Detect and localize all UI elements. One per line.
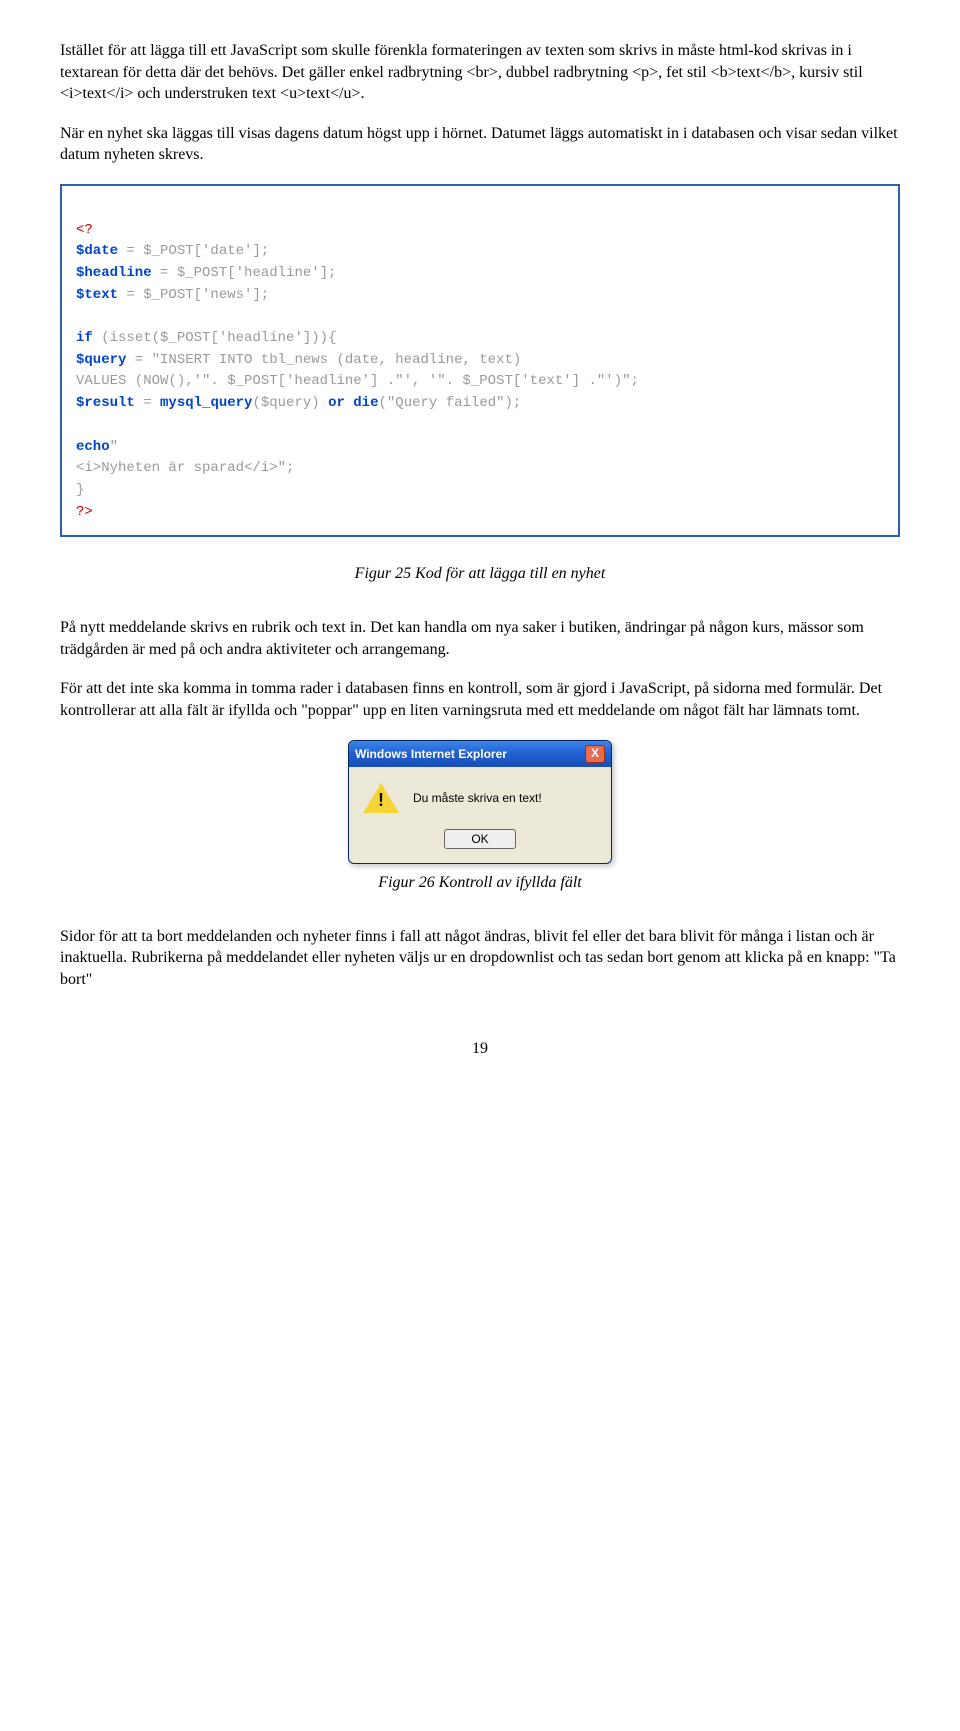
- ok-button[interactable]: OK: [444, 829, 515, 849]
- code-var: $date: [76, 243, 118, 259]
- paragraph-5: Sidor för att ta bort meddelanden och ny…: [60, 926, 900, 991]
- code-text: ($query): [252, 395, 328, 411]
- php-open-tag: <?: [76, 222, 93, 238]
- code-text: = $_POST['headline'];: [152, 265, 337, 281]
- code-text: ("Query failed");: [379, 395, 522, 411]
- paragraph-2: När en nyhet ska läggas till visas dagen…: [60, 123, 900, 166]
- code-text: $_POST['headline']: [160, 330, 311, 346]
- figure-caption-25: Figur 25 Kod för att lägga till en nyhet: [60, 565, 900, 583]
- code-text: =: [135, 395, 160, 411]
- code-var: $result: [76, 395, 135, 411]
- code-text: ": [110, 439, 118, 455]
- dialog-wrapper: Windows Internet Explorer X Du måste skr…: [60, 740, 900, 864]
- code-figure-25: <? $date = $_POST['date']; $headline = $…: [60, 184, 900, 537]
- dialog-message: Du måste skriva en text!: [413, 791, 542, 805]
- php-close-tag: ?>: [76, 504, 93, 520]
- dialog-title: Windows Internet Explorer: [355, 747, 507, 761]
- code-text: = "INSERT INTO tbl_news (date, headline,…: [126, 352, 521, 368]
- alert-dialog: Windows Internet Explorer X Du måste skr…: [348, 740, 612, 864]
- page-number: 19: [60, 1040, 900, 1058]
- paragraph-3: På nytt meddelande skrivs en rubrik och …: [60, 617, 900, 660]
- paragraph-1: Istället för att lägga till ett JavaScri…: [60, 40, 900, 105]
- code-func: mysql_query: [160, 395, 252, 411]
- figure-caption-26: Figur 26 Kontroll av ifyllda fält: [60, 874, 900, 892]
- code-keyword: echo: [76, 439, 110, 455]
- code-var: $headline: [76, 265, 152, 281]
- code-var: $text: [76, 287, 118, 303]
- code-text: = $_POST['date'];: [118, 243, 269, 259]
- close-button[interactable]: X: [585, 745, 605, 763]
- code-text: }: [76, 482, 84, 498]
- code-text: <i>Nyheten är sparad</i>";: [76, 460, 294, 476]
- code-text: VALUES (NOW(),'". $_POST['headline'] ."'…: [76, 373, 639, 389]
- code-text: = $_POST['news'];: [118, 287, 269, 303]
- warning-icon: [363, 783, 399, 813]
- dialog-titlebar: Windows Internet Explorer X: [349, 741, 611, 767]
- code-keyword: or die: [328, 395, 378, 411]
- code-text: (isset(: [101, 330, 160, 346]
- dialog-footer: OK: [349, 823, 611, 863]
- paragraph-4: För att det inte ska komma in tomma rade…: [60, 678, 900, 721]
- code-keyword: if: [76, 330, 101, 346]
- dialog-body: Du måste skriva en text!: [349, 767, 611, 823]
- code-text: )){: [311, 330, 336, 346]
- code-var: $query: [76, 352, 126, 368]
